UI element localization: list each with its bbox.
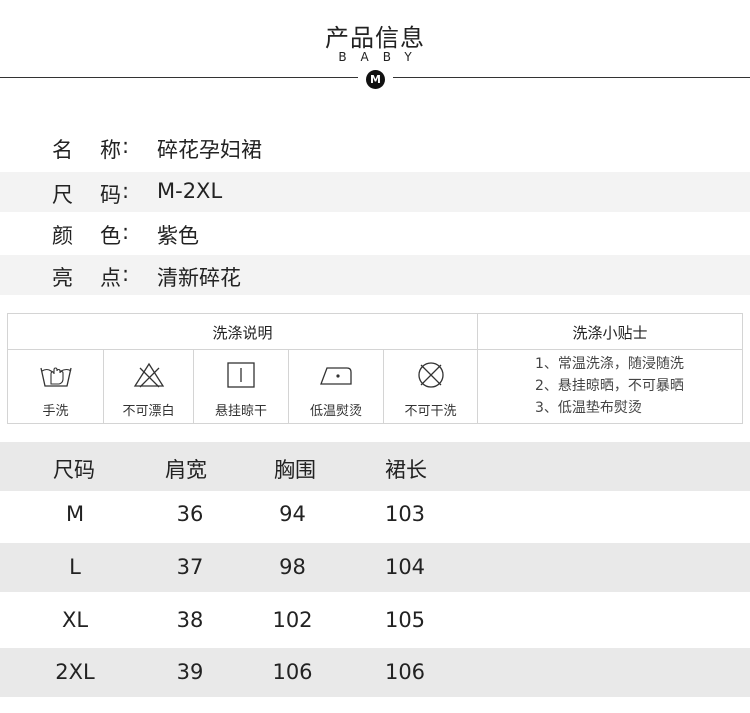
- info-colon: :: [122, 179, 130, 203]
- care-item-label: 不可漂白: [122, 404, 175, 419]
- info-key-char: 码: [100, 183, 121, 207]
- size-table-header: 尺码 肩宽 胸围 裙长: [0, 442, 750, 491]
- care-item-low-iron: 低温熨烫: [289, 350, 383, 424]
- page-subtitle: BABY: [338, 50, 426, 64]
- size-table-row: M 36 94 103: [0, 490, 750, 539]
- header-rule-right: [393, 77, 750, 78]
- info-key-char: 名: [52, 138, 73, 162]
- care-table: 洗涤说明 洗涤小贴士 手洗 不可漂白 悬挂晾干 低温熨烫 不可干洗 1、常温洗涤…: [7, 313, 743, 424]
- size-header-cell: 肩宽: [165, 458, 207, 482]
- info-value: 紫色: [157, 224, 199, 248]
- size-cell: 2XL: [55, 660, 95, 684]
- size-table-row: 2XL 39 106 106: [0, 648, 750, 697]
- care-tip: 2、悬挂晾晒，不可暴晒: [535, 378, 684, 394]
- size-cell: 36: [176, 502, 204, 526]
- info-key-char: 亮: [52, 266, 73, 290]
- size-table-row: L 37 98 104: [0, 543, 750, 592]
- care-tip: 3、低温垫布熨烫: [535, 400, 642, 416]
- info-value: 清新碎花: [157, 266, 241, 290]
- info-key-char: 称: [100, 138, 121, 162]
- care-divider: [478, 349, 742, 350]
- info-key-char: 色: [100, 224, 121, 248]
- size-table-row: XL 38 102 105: [0, 596, 750, 645]
- size-header-cell: 尺码: [53, 458, 95, 482]
- size-cell: 104: [384, 555, 426, 579]
- size-cell: 102: [272, 608, 313, 632]
- size-cell: 105: [384, 608, 426, 632]
- care-item-no-bleach: 不可漂白: [104, 350, 193, 424]
- care-item-hang-dry: 悬挂晾干: [194, 350, 288, 424]
- size-cell: L: [69, 555, 81, 579]
- size-cell: 106: [384, 660, 426, 684]
- info-key-char: 颜: [52, 224, 73, 248]
- size-cell: 94: [279, 502, 306, 526]
- care-item-hand-wash: 手洗: [8, 350, 103, 424]
- brand-badge: M: [366, 70, 385, 89]
- hand-wash-icon: [39, 367, 72, 387]
- info-key-char: 点: [100, 266, 121, 290]
- care-instructions-title: 洗涤说明: [212, 324, 273, 342]
- hang-dry-icon: [227, 362, 255, 388]
- care-tip: 1、常温洗涤，随浸随洗: [535, 356, 684, 372]
- header-rule-left: [0, 77, 358, 78]
- info-row-size: 尺 码 : M-2XL: [0, 172, 750, 212]
- low-iron-icon: [320, 367, 352, 385]
- info-colon: :: [122, 262, 130, 286]
- no-dry-clean-icon: [417, 362, 444, 388]
- size-cell: 38: [176, 608, 204, 632]
- care-item-label: 手洗: [42, 404, 69, 419]
- info-colon: :: [122, 220, 130, 244]
- care-item-no-dry-clean: 不可干洗: [384, 350, 477, 424]
- size-cell: 39: [176, 660, 204, 684]
- size-cell: 103: [384, 502, 426, 526]
- size-cell: 98: [279, 555, 306, 579]
- care-tips-title: 洗涤小贴士: [572, 324, 648, 342]
- info-row-highlight: 亮 点 : 清新碎花: [0, 255, 750, 295]
- size-cell: 106: [272, 660, 313, 684]
- size-header-cell: 胸围: [274, 458, 316, 482]
- page-title: 产品信息: [325, 24, 425, 52]
- size-header-cell: 裙长: [385, 458, 427, 482]
- care-item-label: 悬挂晾干: [214, 404, 267, 419]
- info-row-name: 名 称 : 碎花孕妇裙: [0, 127, 750, 167]
- size-cell: 37: [176, 555, 204, 579]
- no-bleach-icon: [133, 362, 164, 388]
- care-item-label: 低温熨烫: [309, 404, 362, 419]
- care-item-label: 不可干洗: [404, 404, 457, 419]
- care-tips-list: 1、常温洗涤，随浸随洗 2、悬挂晾晒，不可暴晒 3、低温垫布熨烫: [535, 353, 684, 419]
- size-cell: M: [65, 502, 85, 526]
- info-value: 碎花孕妇裙: [157, 138, 262, 162]
- info-colon: :: [122, 134, 130, 158]
- info-key-char: 尺: [52, 183, 73, 207]
- info-value: M-2XL: [157, 179, 223, 203]
- size-cell: XL: [61, 608, 89, 632]
- info-row-color: 颜 色 : 紫色: [0, 213, 750, 253]
